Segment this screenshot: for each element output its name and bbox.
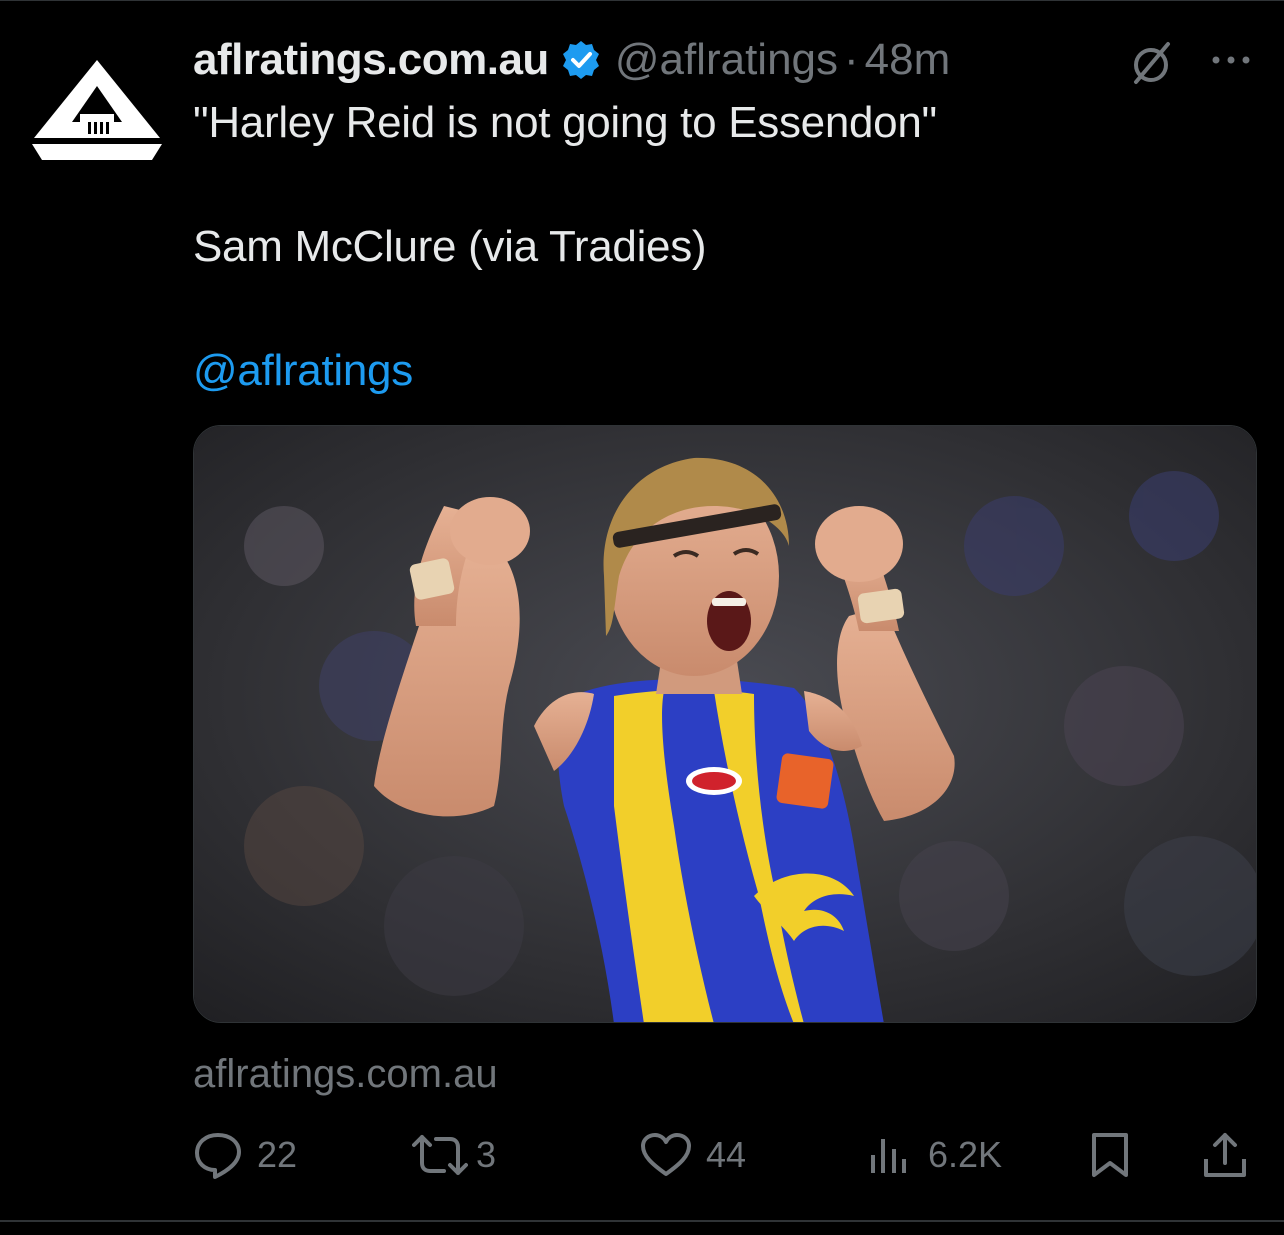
views-icon bbox=[871, 1139, 906, 1173]
separator-dot: · bbox=[844, 35, 859, 84]
repost-icon bbox=[412, 1135, 468, 1175]
timestamp[interactable]: 48m bbox=[865, 35, 951, 85]
bookmark-icon bbox=[1092, 1133, 1128, 1177]
like-icon bbox=[641, 1133, 691, 1176]
share-button[interactable] bbox=[1202, 1130, 1248, 1180]
divider-top bbox=[0, 0, 1284, 1]
reply-icon bbox=[195, 1133, 241, 1179]
views-button[interactable]: 6.2K bbox=[868, 1130, 1002, 1180]
repost-button[interactable]: 3 bbox=[412, 1130, 496, 1180]
mention-link[interactable]: @aflratings bbox=[193, 346, 413, 396]
grok-icon[interactable] bbox=[1128, 40, 1174, 86]
link-card-domain[interactable]: aflratings.com.au bbox=[193, 1052, 498, 1097]
handle[interactable]: @aflratings bbox=[615, 35, 838, 85]
more-icon[interactable] bbox=[1208, 50, 1254, 70]
player-photo bbox=[194, 426, 1256, 1022]
reply-button[interactable]: 22 bbox=[193, 1130, 297, 1180]
repost-count: 3 bbox=[476, 1134, 497, 1175]
divider-bottom bbox=[0, 1220, 1284, 1222]
verified-badge-icon bbox=[562, 41, 599, 79]
bookmark-button[interactable] bbox=[1090, 1130, 1130, 1180]
reply-count: 22 bbox=[257, 1134, 298, 1175]
display-name[interactable]: aflratings.com.au bbox=[193, 35, 549, 85]
tweet-text-line-1: "Harley Reid is not going to Essendon" bbox=[193, 98, 937, 147]
share-icon bbox=[1204, 1133, 1246, 1177]
like-button[interactable]: 44 bbox=[640, 1130, 746, 1180]
tweet-text-line-2: Sam McClure (via Tradies) bbox=[193, 222, 707, 271]
tweet[interactable]: aflratings.com.au @aflratings · 48m "Har… bbox=[0, 0, 1284, 1235]
like-count: 44 bbox=[706, 1134, 747, 1175]
avatar[interactable] bbox=[28, 56, 166, 168]
tweet-header: aflratings.com.au @aflratings · 48m bbox=[193, 30, 950, 90]
tweet-media[interactable] bbox=[193, 425, 1257, 1023]
views-count: 6.2K bbox=[928, 1134, 1003, 1175]
